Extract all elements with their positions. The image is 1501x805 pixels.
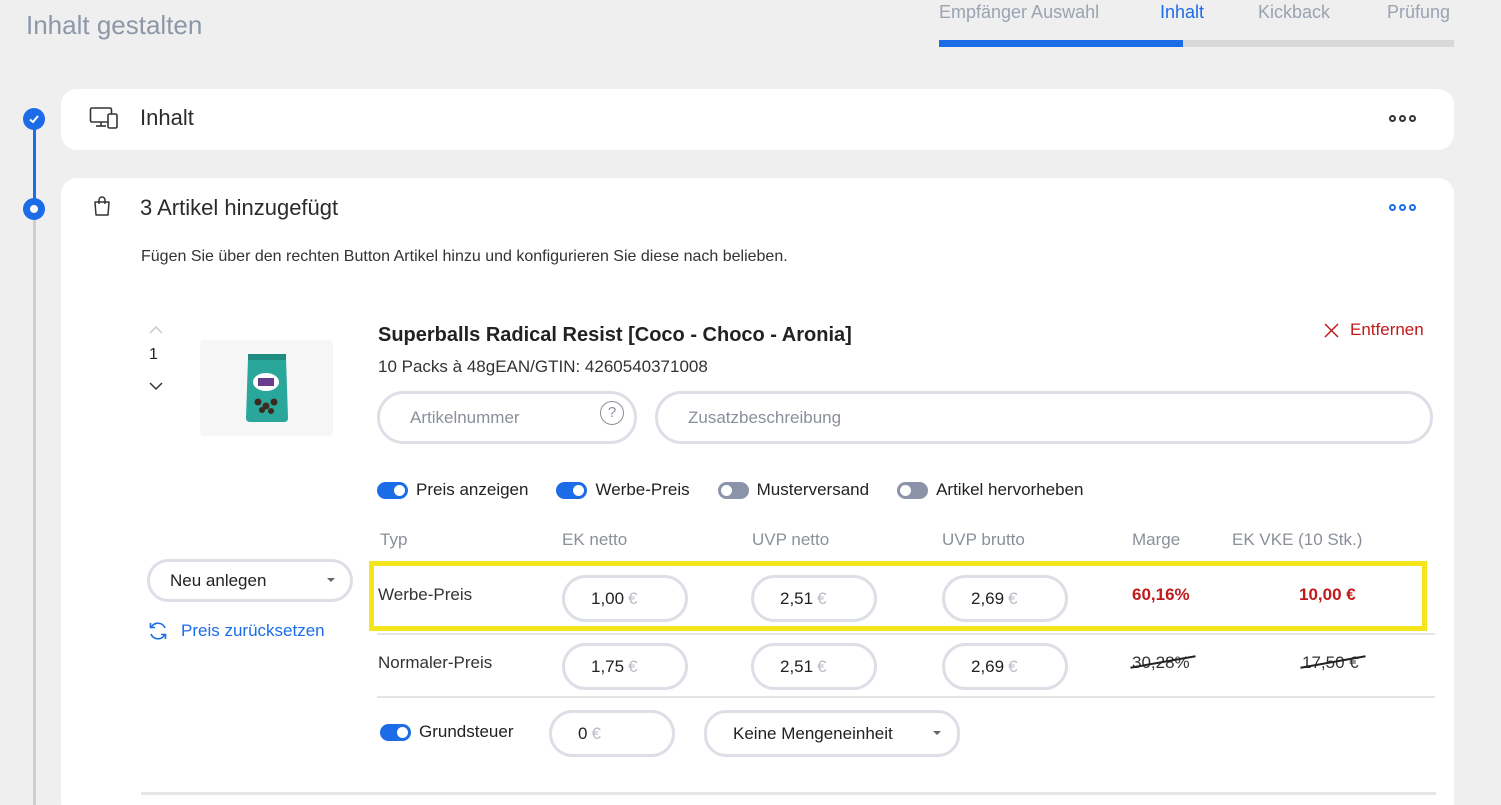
close-icon — [1324, 322, 1339, 338]
more-options-icon[interactable] — [1389, 204, 1416, 211]
row-divider — [377, 696, 1435, 698]
currency-symbol: € — [628, 657, 638, 676]
create-new-select[interactable]: Neu anlegen — [147, 559, 353, 602]
currency-symbol: € — [817, 657, 827, 676]
page-title: Inhalt gestalten — [26, 10, 203, 40]
article-position: 1 — [149, 346, 158, 363]
reset-price-label: Preis zurücksetzen — [181, 621, 325, 640]
column-header-uvp-netto: UVP netto — [752, 530, 830, 549]
column-header-marge: Marge — [1132, 530, 1181, 549]
section-articles-title: 3 Artikel hinzugefügt — [140, 195, 339, 220]
switch-icon — [380, 723, 411, 741]
highlight-frame — [369, 561, 1427, 631]
toggle-highlight-article[interactable]: Artikel hervorheben — [897, 480, 1083, 500]
timeline-line-pending — [33, 208, 36, 805]
section-content-card[interactable]: Inhalt — [61, 89, 1454, 150]
toggle-label: Werbe-Preis — [595, 480, 690, 499]
currency-symbol: € — [591, 724, 601, 743]
input-value: 2,51 — [780, 657, 814, 676]
product-name: Superballs Radical Resist [Coco - Choco … — [378, 324, 852, 346]
step-pruefung[interactable]: Prüfung — [1387, 2, 1450, 23]
progress-steps: Empfänger Auswahl Inhalt Kickback Prüfun… — [939, 0, 1454, 48]
unit-select[interactable]: Keine Mengeneinheit — [704, 710, 960, 757]
uvp-brutto-input-promo[interactable]: 2,69 € — [942, 575, 1068, 622]
input-value: 2,51 — [780, 589, 814, 608]
move-up-icon[interactable] — [144, 322, 168, 340]
ek-netto-input-promo[interactable]: 1,00 € — [562, 575, 688, 622]
section-description: Fügen Sie über den rechten Button Artike… — [141, 248, 788, 265]
toggle-promo-price[interactable]: Werbe-Preis — [556, 480, 690, 500]
row-divider — [377, 633, 1435, 635]
row-type-normal: Normaler-Preis — [378, 653, 493, 672]
marge-value-promo: 60,16% — [1132, 585, 1190, 604]
ek-vke-value-promo: 10,00 € — [1299, 585, 1356, 604]
switch-icon — [897, 481, 929, 499]
steps-progress-fill — [939, 40, 1183, 47]
reset-price-button[interactable]: Preis zurücksetzen — [147, 620, 325, 642]
switch-icon — [377, 481, 408, 499]
shopping-bag-icon — [92, 195, 112, 222]
unit-select-value: Keine Mengeneinheit — [733, 724, 893, 743]
step-empfaenger-auswahl[interactable]: Empfänger Auswahl — [939, 2, 1099, 23]
uvp-netto-input-normal[interactable]: 2,51 € — [751, 643, 877, 690]
currency-symbol: € — [628, 589, 638, 608]
input-value: 2,69 — [971, 657, 1005, 676]
article-number-input[interactable] — [377, 391, 637, 444]
marge-value-normal: 30,28% — [1130, 653, 1196, 673]
grundsteuer-input[interactable]: 0 € — [549, 710, 675, 757]
currency-symbol: € — [1008, 657, 1018, 676]
section-articles-card: 3 Artikel hinzugefügt Fügen Sie über den… — [61, 178, 1454, 805]
toggle-grundsteuer[interactable]: Grundsteuer — [380, 722, 514, 742]
section-content-title: Inhalt — [140, 105, 194, 130]
input-value: 2,69 — [971, 589, 1005, 608]
extra-description-input[interactable] — [655, 391, 1433, 444]
toggle-label: Musterversand — [756, 480, 870, 499]
monitor-devices-icon — [89, 106, 119, 135]
uvp-brutto-input-normal[interactable]: 2,69 € — [942, 643, 1068, 690]
uvp-netto-input-promo[interactable]: 2,51 € — [751, 575, 877, 622]
currency-symbol: € — [817, 589, 827, 608]
toggle-sample-shipping[interactable]: Musterversand — [717, 480, 870, 500]
remove-article-button[interactable]: Entfernen — [1323, 320, 1424, 340]
timeline-current-icon — [23, 198, 45, 220]
toggle-label: Preis anzeigen — [416, 480, 529, 499]
more-options-icon[interactable] — [1389, 115, 1416, 122]
create-new-label: Neu anlegen — [170, 571, 267, 590]
article-options-toggles: Preis anzeigen Werbe-Preis Musterversand… — [377, 480, 1083, 500]
timeline-line-completed — [33, 118, 36, 208]
column-header-ek-vke: EK VKE (10 Stk.) — [1232, 530, 1363, 549]
step-kickback[interactable]: Kickback — [1258, 2, 1330, 23]
chevron-down-icon — [933, 731, 941, 735]
input-value: 0 — [578, 724, 588, 743]
input-value: 1,75 — [591, 657, 625, 676]
remove-article-label: Entfernen — [1350, 320, 1424, 339]
article-divider — [141, 792, 1436, 795]
product-subtitle: 10 Packs à 48gEAN/GTIN: 4260540371008 — [378, 357, 708, 376]
switch-icon — [717, 481, 749, 499]
product-image — [200, 340, 333, 436]
move-down-icon[interactable] — [144, 378, 168, 396]
column-header-uvp-brutto: UVP brutto — [942, 530, 1025, 549]
refresh-icon — [149, 622, 167, 640]
toggle-show-price[interactable]: Preis anzeigen — [377, 480, 528, 500]
toggle-label: Grundsteuer — [419, 722, 514, 741]
switch-icon — [556, 481, 588, 499]
currency-symbol: € — [1008, 589, 1018, 608]
help-icon[interactable]: ? — [600, 401, 624, 425]
row-type-promo: Werbe-Preis — [378, 585, 473, 604]
chevron-down-icon — [327, 578, 335, 582]
column-header-ek-netto: EK netto — [562, 530, 628, 549]
input-value: 1,00 — [591, 589, 625, 608]
ek-vke-value-normal: 17,50 € — [1300, 653, 1366, 673]
toggle-label: Artikel hervorheben — [936, 480, 1084, 499]
step-inhalt[interactable]: Inhalt — [1160, 2, 1204, 23]
timeline-check-icon — [23, 108, 45, 130]
column-header-type: Typ — [380, 530, 408, 549]
ek-netto-input-normal[interactable]: 1,75 € — [562, 643, 688, 690]
